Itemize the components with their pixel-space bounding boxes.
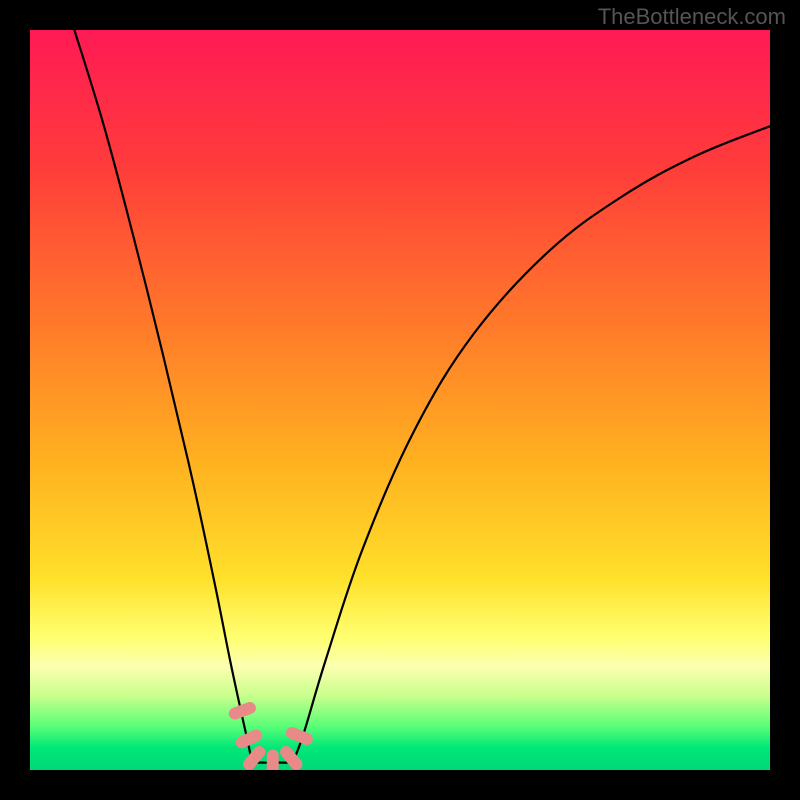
data-marker xyxy=(278,744,305,770)
watermark-text: TheBottleneck.com xyxy=(598,4,786,30)
marker-layer xyxy=(30,30,770,770)
data-marker xyxy=(284,725,314,747)
data-marker xyxy=(267,749,279,770)
data-marker xyxy=(227,700,257,721)
plot-area xyxy=(30,30,770,770)
